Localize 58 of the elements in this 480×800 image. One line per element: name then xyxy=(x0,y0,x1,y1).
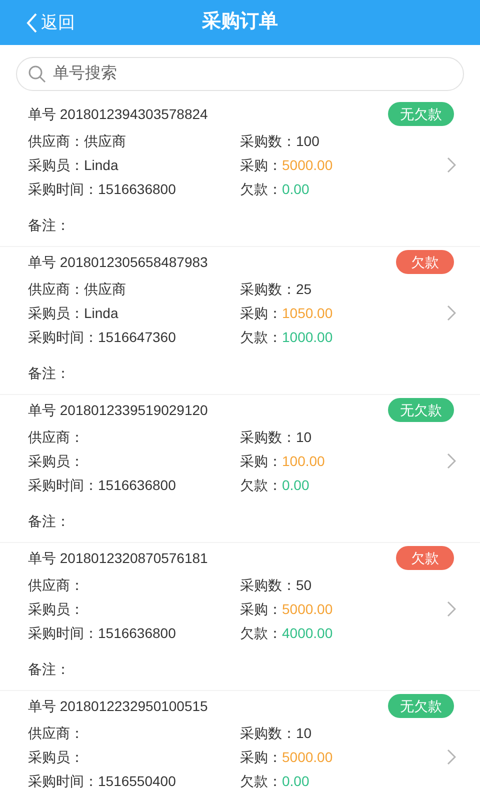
page-title: 采购订单 xyxy=(202,10,278,34)
field-text: 欠款：0.00 xyxy=(240,180,310,199)
field-text: 采购员： xyxy=(28,748,85,767)
field-text: 采购时间：1516636800 xyxy=(28,476,177,495)
field-text: 采购数：10 xyxy=(240,724,313,743)
order-card[interactable]: 单号 2018012394303578824 无欠款 供应商：供应商 采购员：Linda 采购时间：1516636800 采购数：100 采购：5000.00 欠款：0.00 备注： xyxy=(0,99,480,247)
field-text: 采购：5000.00 xyxy=(240,600,334,619)
remark-label: 备注： xyxy=(28,660,71,679)
field-text: 采购员： xyxy=(28,600,85,619)
field-text: 采购：1050.00 xyxy=(240,304,334,323)
field-text: 采购：100.00 xyxy=(240,452,326,471)
remark-label: 备注： xyxy=(28,364,71,383)
order-card[interactable]: 单号 2018012232950100515 无欠款 供应商： 采购员： 采购时间：1516550400 采购数：10 采购：5000.00 欠款：0.00 xyxy=(0,691,480,800)
field-text: 采购时间：1516636800 xyxy=(28,180,177,199)
status-badge: 欠款 xyxy=(396,546,454,570)
field-text: 采购数：10 xyxy=(240,428,313,447)
remark-label: 备注： xyxy=(28,512,71,531)
order-number: 单号 2018012305658487983 xyxy=(28,252,208,272)
order-card[interactable]: 单号 2018012305658487983 欠款 供应商：供应商 采购员：Linda 采购时间：1516647360 采购数：25 采购：1050.00 欠款：1000.00 备注： xyxy=(0,247,480,395)
field-text: 采购：5000.00 xyxy=(240,156,334,175)
field-text: 采购时间：1516636800 xyxy=(28,624,177,643)
field-text: 欠款：1000.00 xyxy=(240,328,334,347)
order-number: 单号 2018012339519029120 xyxy=(28,400,208,420)
field-text: 欠款：4000.00 xyxy=(240,624,334,643)
chevron-right-icon xyxy=(447,749,456,765)
field-text: 采购员：Linda xyxy=(28,156,120,175)
search-icon xyxy=(28,65,46,83)
field-text: 欠款：0.00 xyxy=(240,476,310,495)
field-text: 采购时间：1516647360 xyxy=(28,328,177,347)
order-number: 单号 2018012394303578824 xyxy=(28,104,208,124)
field-text: 采购员： xyxy=(28,452,85,471)
field-text: 采购：5000.00 xyxy=(240,748,334,767)
field-text: 采购员：Linda xyxy=(28,304,120,323)
status-badge: 无欠款 xyxy=(388,102,454,126)
field-text: 供应商： xyxy=(28,428,85,447)
chevron-left-icon xyxy=(26,12,38,34)
field-text: 供应商： xyxy=(28,576,85,595)
order-card[interactable]: 单号 2018012320870576181 欠款 供应商： 采购员： 采购时间：1516636800 采购数：50 采购：5000.00 欠款：4000.00 备注： xyxy=(0,543,480,691)
field-text: 供应商：供应商 xyxy=(28,132,127,151)
field-text: 采购数：25 xyxy=(240,280,313,299)
field-text: 供应商： xyxy=(28,724,85,743)
chevron-right-icon xyxy=(447,157,456,173)
status-badge: 欠款 xyxy=(396,250,454,274)
field-text: 供应商：供应商 xyxy=(28,280,127,299)
status-badge: 无欠款 xyxy=(388,398,454,422)
field-text: 采购时间：1516550400 xyxy=(28,772,177,791)
chevron-right-icon xyxy=(447,305,456,321)
status-badge: 无欠款 xyxy=(388,694,454,718)
search-field[interactable]: 单号搜索 xyxy=(16,57,464,91)
field-text: 欠款：0.00 xyxy=(240,772,310,791)
chevron-right-icon xyxy=(447,601,456,617)
remark-label: 备注： xyxy=(28,216,71,235)
field-text: 采购数：100 xyxy=(240,132,320,151)
order-card[interactable]: 单号 2018012339519029120 无欠款 供应商： 采购员： 采购时间：1516636800 采购数：10 采购：100.00 欠款：0.00 备注： xyxy=(0,395,480,543)
field-text: 采购数：50 xyxy=(240,576,313,595)
order-number: 单号 2018012232950100515 xyxy=(28,696,208,716)
order-number: 单号 2018012320870576181 xyxy=(28,548,208,568)
chevron-right-icon xyxy=(447,453,456,469)
